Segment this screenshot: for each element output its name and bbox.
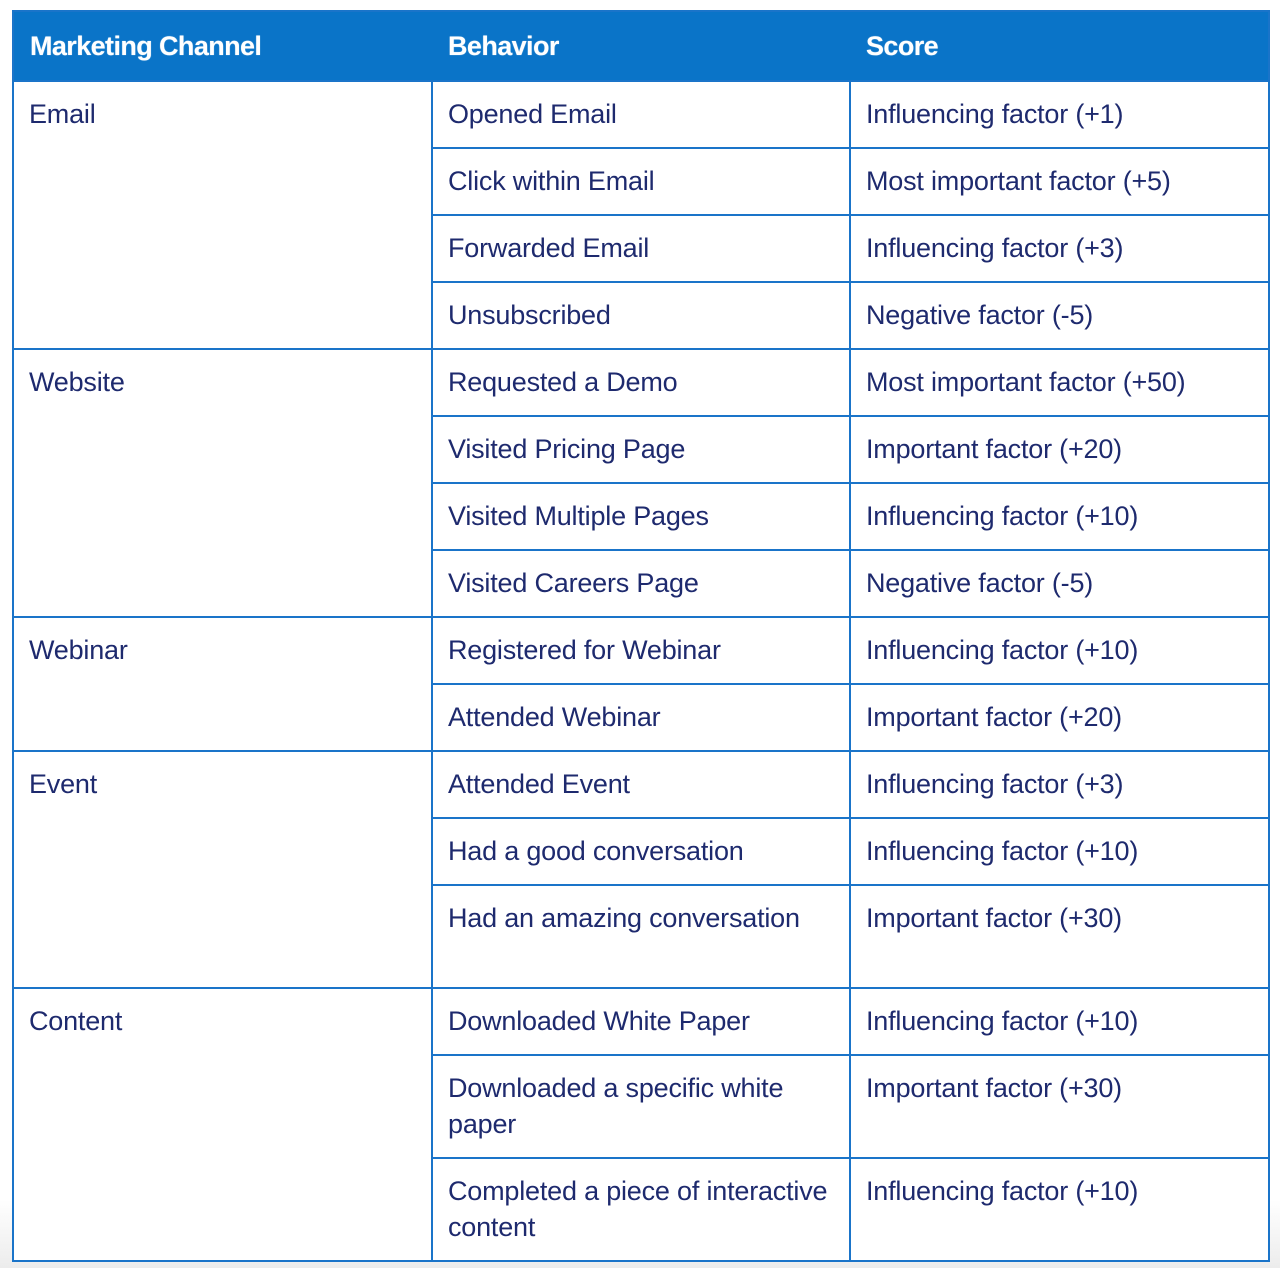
behavior-cell: Completed a piece of interactive content xyxy=(431,1157,851,1262)
behavior-cell: Had a good conversation xyxy=(431,817,851,886)
behavior-cell: Downloaded a specific white paper xyxy=(431,1054,851,1159)
score-cell: Influencing factor (+3) xyxy=(849,750,1270,819)
behavior-cell: Requested a Demo xyxy=(431,348,851,417)
behavior-cell: Registered for Webinar xyxy=(431,616,851,685)
behavior-cell: Had an amazing conversation xyxy=(431,884,851,989)
table-row: Email Opened Email Influencing factor (+… xyxy=(12,80,1270,350)
score-cell: Influencing factor (+10) xyxy=(849,616,1270,685)
behavior-cell: Attended Event xyxy=(431,750,851,819)
channel-cell-content: Content xyxy=(12,987,433,1262)
channel-cell-website: Website xyxy=(12,348,433,618)
table-header: Marketing Channel Behavior Score xyxy=(13,11,1269,81)
score-cell: Negative factor (-5) xyxy=(849,549,1270,618)
score-cell: Negative factor (-5) xyxy=(849,281,1270,350)
score-cell: Influencing factor (+1) xyxy=(849,80,1270,149)
table-row: Webinar Registered for Webinar Influenci… xyxy=(12,616,1270,752)
score-cell: Important factor (+30) xyxy=(849,884,1270,989)
table-row: Website Requested a Demo Most important … xyxy=(12,348,1270,618)
score-cell: Influencing factor (+10) xyxy=(849,1157,1270,1262)
score-cell: Most important factor (+50) xyxy=(849,348,1270,417)
behavior-cell: Visited Pricing Page xyxy=(431,415,851,484)
behavior-cell: Downloaded White Paper xyxy=(431,987,851,1056)
score-cell: Important factor (+20) xyxy=(849,415,1270,484)
score-cell: Influencing factor (+10) xyxy=(849,482,1270,551)
lead-scoring-table: Marketing Channel Behavior Score Email O… xyxy=(12,10,1270,1262)
header-score: Score xyxy=(850,11,1269,81)
table-body: Email Opened Email Influencing factor (+… xyxy=(12,80,1270,1262)
channel-cell-email: Email xyxy=(12,80,433,350)
behavior-cell: Visited Careers Page xyxy=(431,549,851,618)
score-cell: Influencing factor (+3) xyxy=(849,214,1270,283)
behavior-cell: Visited Multiple Pages xyxy=(431,482,851,551)
score-cell: Important factor (+20) xyxy=(849,683,1270,752)
score-cell: Most important factor (+5) xyxy=(849,147,1270,216)
header-behavior: Behavior xyxy=(432,11,850,81)
score-cell: Influencing factor (+10) xyxy=(849,817,1270,886)
score-cell: Important factor (+30) xyxy=(849,1054,1270,1159)
channel-cell-webinar: Webinar xyxy=(12,616,433,752)
table-row: Event Attended Event Influencing factor … xyxy=(12,750,1270,989)
behavior-cell: Opened Email xyxy=(431,80,851,149)
table-row: Content Downloaded White Paper Influenci… xyxy=(12,987,1270,1262)
header-row: Marketing Channel Behavior Score xyxy=(13,11,1269,81)
header-marketing-channel: Marketing Channel xyxy=(13,11,432,81)
score-cell: Influencing factor (+10) xyxy=(849,987,1270,1056)
behavior-cell: Attended Webinar xyxy=(431,683,851,752)
behavior-cell: Click within Email xyxy=(431,147,851,216)
channel-cell-event: Event xyxy=(12,750,433,989)
behavior-cell: Forwarded Email xyxy=(431,214,851,283)
behavior-cell: Unsubscribed xyxy=(431,281,851,350)
